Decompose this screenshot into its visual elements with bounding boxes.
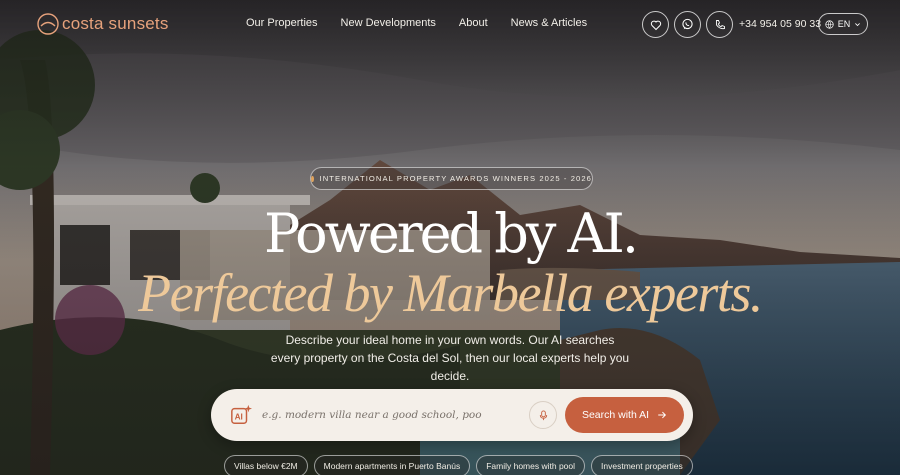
search-with-ai-button[interactable]: Search with AI	[565, 397, 684, 433]
language-code: EN	[837, 19, 851, 29]
ai-search-input[interactable]	[262, 405, 522, 425]
hero-title: Powered by AI.	[263, 202, 639, 265]
arrow-right-icon	[658, 411, 667, 419]
hero-subtitle: Perfected by Marbella experts.	[138, 263, 763, 323]
nav-about[interactable]: About	[459, 17, 488, 29]
svg-text:AI: AI	[235, 413, 243, 422]
brand-logo[interactable]: costa sunsets	[36, 12, 169, 36]
suggestion-chip[interactable]: Investment properties	[591, 455, 693, 475]
awards-badge-text: INTERNATIONAL PROPERTY AWARDS WINNERS 20…	[319, 174, 592, 183]
award-dot-icon	[311, 175, 314, 182]
globe-icon	[825, 19, 834, 29]
suggestion-chips: Villas below €2M Modern apartments in Pu…	[224, 455, 693, 475]
call-button[interactable]	[706, 11, 733, 38]
nav-new-developments[interactable]: New Developments	[341, 17, 436, 29]
sun-logo-icon	[37, 13, 59, 35]
chevron-down-icon	[855, 22, 861, 26]
main-menu: Our Properties New Developments About Ne…	[246, 17, 587, 29]
suggestion-chip[interactable]: Villas below €2M	[224, 455, 308, 475]
voice-search-button[interactable]	[529, 401, 557, 429]
brand-name: costa sunsets	[62, 14, 169, 33]
whatsapp-button[interactable]	[674, 11, 701, 38]
nav-our-properties[interactable]: Our Properties	[246, 17, 318, 29]
favorites-button[interactable]	[642, 11, 669, 38]
phone-number[interactable]: +34 954 05 90 33	[739, 18, 821, 30]
search-button-label: Search with AI	[581, 409, 650, 421]
microphone-icon	[539, 409, 547, 420]
nav-news-articles[interactable]: News & Articles	[511, 17, 587, 29]
ai-sparkle-icon: AI	[231, 404, 252, 424]
suggestion-chip[interactable]: Family homes with pool	[476, 455, 586, 475]
whatsapp-icon	[682, 18, 693, 30]
language-selector[interactable]: EN	[818, 13, 868, 35]
suggestion-chip[interactable]: Modern apartments in Puerto Banús	[313, 455, 471, 475]
awards-badge: INTERNATIONAL PROPERTY AWARDS WINNERS 20…	[310, 167, 593, 190]
heart-icon	[650, 20, 661, 30]
phone-icon	[715, 19, 725, 29]
hero-description: Describe your ideal home in your own wor…	[270, 333, 630, 383]
ai-search-bar: AI Search with AI	[211, 389, 693, 441]
top-navigation: costa sunsets Our Properties New Develop…	[0, 0, 900, 48]
